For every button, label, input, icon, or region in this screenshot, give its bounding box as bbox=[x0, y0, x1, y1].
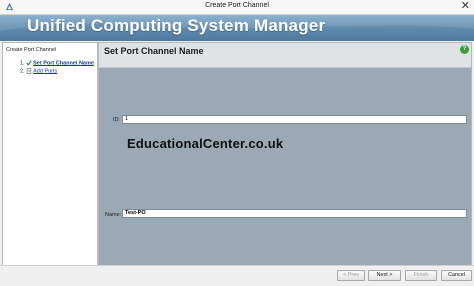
wizard-heading: Create Port Channel bbox=[6, 47, 57, 53]
name-field[interactable]: Test-PO bbox=[122, 209, 467, 218]
step-label: Add Ports bbox=[33, 68, 58, 75]
step-number: 2. bbox=[20, 68, 25, 75]
section-title: Set Port Channel Name bbox=[104, 46, 204, 56]
check-icon bbox=[26, 60, 32, 66]
step-add-ports[interactable]: 2. Add Ports bbox=[20, 68, 57, 74]
banner-title: Unified Computing System Manager bbox=[27, 16, 326, 35]
window-title: Create Port Channel bbox=[205, 2, 269, 9]
finish-button[interactable]: Finish bbox=[405, 270, 437, 281]
step-number: 1. bbox=[20, 60, 25, 67]
prev-button[interactable]: < Prev bbox=[337, 270, 365, 281]
help-icon[interactable]: ? bbox=[460, 45, 469, 54]
step-label: Set Port Channel Name bbox=[33, 60, 94, 67]
close-icon[interactable]: ✕ bbox=[461, 0, 470, 13]
next-button[interactable]: Next > bbox=[368, 270, 401, 281]
step-set-port-channel-name[interactable]: 1. Set Port Channel Name bbox=[20, 60, 94, 66]
document-icon bbox=[26, 68, 32, 74]
wizard-content-panel: Set Port Channel Name ? ID: 1 Name: Test… bbox=[98, 42, 472, 266]
wizard-footer: < Prev Next > Finish Cancel bbox=[0, 265, 474, 286]
id-field[interactable]: 1 bbox=[122, 115, 467, 124]
window-titlebar: Create Port Channel ✕ bbox=[0, 0, 474, 15]
section-header: Set Port Channel Name ? bbox=[99, 43, 471, 68]
id-label: ID: bbox=[113, 117, 121, 123]
cancel-button[interactable]: Cancel bbox=[441, 270, 472, 281]
wizard-steps-panel: Create Port Channel 1. Set Port Channel … bbox=[2, 42, 98, 266]
app-banner: Unified Computing System Manager bbox=[0, 15, 474, 41]
watermark-text: EducationalCenter.co.uk bbox=[127, 136, 284, 151]
name-label: Name: bbox=[105, 212, 122, 218]
